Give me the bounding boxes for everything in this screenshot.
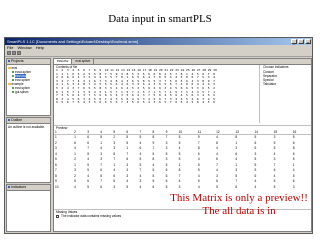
table-cell: 3 <box>178 184 181 189</box>
projects-tab[interactable]: Projects <box>7 59 50 65</box>
table-cell: 3 <box>292 184 295 189</box>
projects-panel: Projects ecsi ecsa.splsm ecsi.csv ecsi.spls… <box>6 58 51 116</box>
contents-row: 9 5 6 7 5 4 3 5 6 4 5 6 7 4 5 6 5 4 3 6 … <box>56 100 215 105</box>
preview-table: 1 2 3 4 5 6 7 8 9 10 11 12 13 14 15 16 1165255875948535… <box>54 130 311 190</box>
table-cell: 4 <box>139 184 142 189</box>
outline-message: An outline is not available. <box>8 125 46 129</box>
outline-icon <box>8 119 10 121</box>
window-controls: _ □ x <box>291 39 311 45</box>
minimize-button[interactable]: _ <box>291 39 297 45</box>
table-cell: 3 <box>113 184 116 189</box>
file-icon <box>12 74 14 78</box>
indicator-options: Choose indicators Custom Separator Special… <box>261 65 311 123</box>
projects-icon <box>8 60 10 62</box>
slide-caption: Data input in smartPLS <box>108 13 212 25</box>
indicators-tab-label: Indicators <box>11 185 27 189</box>
table-cell: 5 <box>87 184 89 189</box>
file-icon <box>12 70 14 74</box>
folder-icon <box>8 83 11 85</box>
file-icon <box>12 90 14 94</box>
outline-tab[interactable]: Outline <box>7 118 50 124</box>
table-cell: 4 <box>197 184 200 189</box>
print-icon[interactable] <box>17 51 21 55</box>
indicators-panel: Indicators <box>6 184 51 232</box>
table-cell: 4 <box>254 184 257 189</box>
projects-tab-label: Projects <box>11 59 24 63</box>
save-icon[interactable] <box>12 51 16 55</box>
tab-ecsi-splsm[interactable]: ecsi.splsm <box>72 59 95 64</box>
outline-panel: Outline An outline is not available. <box>6 117 51 183</box>
table-cell: 6 <box>235 184 238 189</box>
preview-body: 1165255875948535266135493578165634743167… <box>54 135 311 191</box>
tree-item[interactable]: gui.splsm <box>8 90 49 94</box>
table-cell: 5 <box>216 184 218 189</box>
folder-icon <box>8 67 11 69</box>
missing-values-checkbox[interactable] <box>56 214 59 218</box>
window-title: SmartPLS 1.1C [Documents and Settings\Ed… <box>7 39 139 44</box>
new-icon[interactable] <box>7 51 11 55</box>
table-cell: 10 <box>55 184 59 189</box>
toolbar <box>5 50 312 57</box>
indicators-tab[interactable]: Indicators <box>7 185 50 191</box>
missing-values-checkbox-label: The indicator data contains missing valu… <box>61 214 122 218</box>
file-contents: Contents of file 1 2 3 4 5 6 7 8 9 10 11… <box>54 65 260 123</box>
maximize-button[interactable]: □ <box>298 39 304 45</box>
tab-ecsi-csv[interactable]: ecsi.csv <box>54 59 73 64</box>
table-cell: 5 <box>165 184 168 189</box>
table-cell: 4 <box>74 184 76 189</box>
table-cell: 6 <box>152 184 155 189</box>
contents-rows: 1 1 1 6 5 2 5 5 8 7 5 9 4 8 5 3 5 6 6 8 … <box>54 72 259 105</box>
project-tree: ecsi ecsa.splsm ecsi.csv ecsi.splsm example e… <box>7 65 50 95</box>
table-row: 10 4 5 6 3 5 4 6 5 3 4 5 6 4 5 3 <box>54 185 311 191</box>
preview-note: This Matrix is only a preview!! The all … <box>170 192 308 217</box>
table-cell: 6 <box>100 184 103 189</box>
file-icon <box>12 78 14 82</box>
file-icon <box>12 86 14 90</box>
outline-tab-label: Outline <box>11 118 23 122</box>
indicator-list-item[interactable]: Tabulator <box>263 82 309 86</box>
indicator-list: Custom Separator Special Tabulator <box>261 69 311 87</box>
indicators-icon <box>8 186 10 188</box>
table-cell: 5 <box>126 184 129 189</box>
window-titlebar: SmartPLS 1.1C [Documents and Settings\Ed… <box>5 38 312 45</box>
table-cell: 5 <box>273 184 276 189</box>
close-button[interactable]: x <box>305 39 311 45</box>
tree-item-label: gui.splsm <box>15 90 29 94</box>
